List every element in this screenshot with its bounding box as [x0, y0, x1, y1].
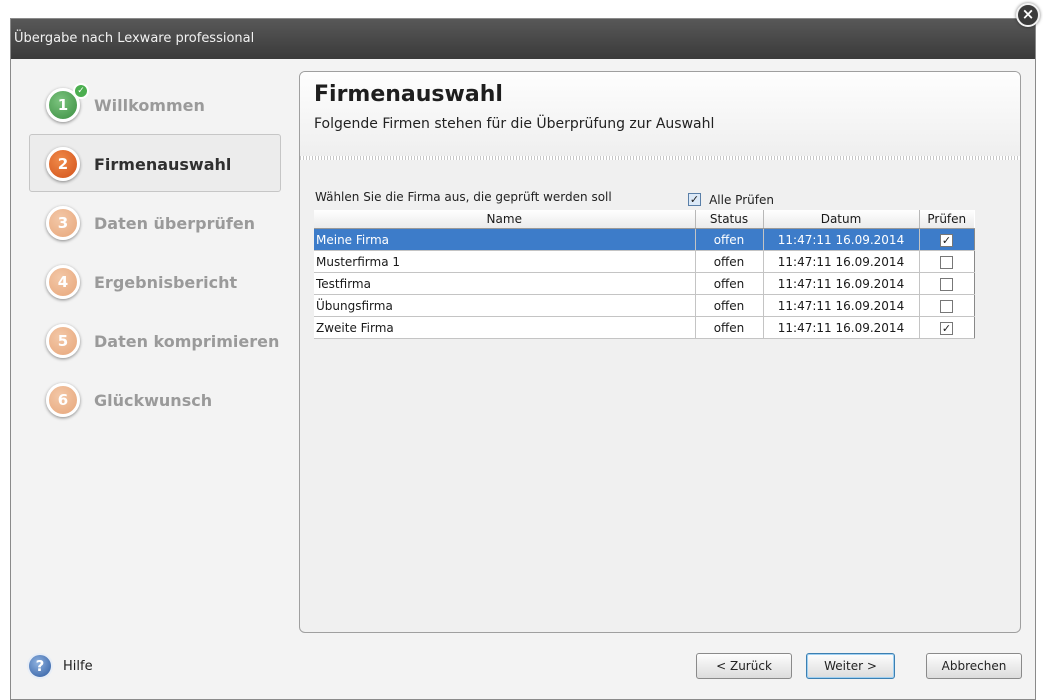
cell-name: Zweite Firma — [314, 316, 696, 339]
table-row[interactable]: Zweite Firma offen 11:47:11 16.09.2014 ✓ — [314, 316, 975, 339]
step-number-badge: 2 — [46, 147, 80, 181]
cell-name: Übungsfirma — [314, 294, 696, 317]
check-icon: ✓ — [73, 83, 89, 99]
row-checkbox[interactable]: ✓ — [940, 321, 953, 335]
step-label: Willkommen — [94, 96, 205, 115]
step-label: Firmenauswahl — [94, 155, 232, 174]
cancel-button[interactable]: Abbrechen — [926, 653, 1022, 679]
select-all-checkbox[interactable]: ✓ Alle Prüfen — [688, 189, 774, 208]
sidebar-step-daten-komprimieren[interactable]: 5 Daten komprimieren — [29, 311, 281, 369]
sidebar-step-firmenauswahl[interactable]: 2 Firmenauswahl — [29, 134, 281, 192]
cell-check — [919, 272, 975, 295]
company-table: Name Status Datum Prüfen Meine Firma off… — [314, 210, 975, 339]
content-header: Firmenauswahl Folgende Firmen stehen für… — [300, 72, 1020, 160]
select-all-label: Alle Prüfen — [709, 192, 774, 207]
close-icon[interactable]: × — [1016, 3, 1040, 27]
wizard-window: Übergabe nach Lexware professional 1 ✓ W… — [10, 18, 1036, 700]
column-header-name[interactable]: Name — [314, 210, 695, 229]
row-checkbox[interactable] — [940, 255, 953, 269]
column-header-check[interactable]: Prüfen — [918, 210, 974, 229]
step-label: Glückwunsch — [94, 391, 213, 410]
table-row[interactable]: Testfirma offen 11:47:11 16.09.2014 — [314, 272, 975, 295]
sidebar-step-glueckwunsch[interactable]: 6 Glückwunsch — [29, 370, 281, 428]
step-number-badge: 6 — [46, 383, 80, 417]
table-row[interactable]: Meine Firma offen 11:47:11 16.09.2014 ✓ — [314, 228, 975, 251]
cell-check: ✓ — [919, 316, 975, 339]
step-label: Daten überprüfen — [94, 214, 256, 233]
instruction-text: Wählen Sie die Firma aus, die geprüft we… — [315, 190, 612, 204]
cell-name: Testfirma — [314, 272, 696, 295]
cell-date: 11:47:11 16.09.2014 — [763, 316, 920, 339]
column-header-status[interactable]: Status — [694, 210, 763, 229]
step-number-badge: 1 ✓ — [46, 83, 89, 122]
help-icon[interactable]: ? — [27, 653, 53, 679]
back-button[interactable]: < Zurück — [696, 653, 792, 679]
page-title: Firmenauswahl — [314, 82, 503, 107]
checkbox-icon[interactable]: ✓ — [688, 193, 701, 206]
window-title: Übergabe nach Lexware professional — [14, 31, 255, 46]
cell-date: 11:47:11 16.09.2014 — [763, 272, 920, 295]
next-button[interactable]: Weiter > — [806, 653, 895, 679]
table-row[interactable]: Übungsfirma offen 11:47:11 16.09.2014 — [314, 294, 975, 317]
table-header-row: Name Status Datum Prüfen — [314, 210, 974, 229]
cell-status: offen — [695, 272, 764, 295]
row-checkbox[interactable] — [940, 299, 953, 313]
table-row[interactable]: Musterfirma 1 offen 11:47:11 16.09.2014 — [314, 250, 975, 273]
row-checkbox[interactable] — [940, 277, 953, 291]
cell-status: offen — [695, 316, 764, 339]
cell-check — [919, 294, 975, 317]
column-header-date[interactable]: Datum — [762, 210, 919, 229]
step-number-badge: 3 — [46, 206, 80, 240]
cell-date: 11:47:11 16.09.2014 — [763, 294, 920, 317]
cell-status: offen — [695, 228, 764, 251]
step-number-badge: 4 — [46, 265, 80, 299]
sidebar-step-daten-ueberpruefen[interactable]: 3 Daten überprüfen — [29, 193, 281, 251]
cell-check: ✓ — [919, 228, 975, 251]
cell-check — [919, 250, 975, 273]
step-label: Ergebnisbericht — [94, 273, 238, 292]
cell-name: Meine Firma — [314, 228, 696, 251]
row-checkbox[interactable]: ✓ — [940, 233, 953, 247]
sidebar-step-willkommen[interactable]: 1 ✓ Willkommen — [29, 75, 281, 133]
page-subtitle: Folgende Firmen stehen für die Überprüfu… — [314, 116, 715, 132]
help-label[interactable]: Hilfe — [63, 659, 93, 674]
cell-status: offen — [695, 250, 764, 273]
step-label: Daten komprimieren — [94, 332, 280, 351]
content-panel: Firmenauswahl Folgende Firmen stehen für… — [299, 71, 1021, 633]
cell-date: 11:47:11 16.09.2014 — [763, 250, 920, 273]
title-bar: Übergabe nach Lexware professional — [11, 19, 1035, 59]
step-number-badge: 5 — [46, 324, 80, 358]
cell-date: 11:47:11 16.09.2014 — [763, 228, 920, 251]
cell-status: offen — [695, 294, 764, 317]
sidebar-step-ergebnisbericht[interactable]: 4 Ergebnisbericht — [29, 252, 281, 310]
cell-name: Musterfirma 1 — [314, 250, 696, 273]
